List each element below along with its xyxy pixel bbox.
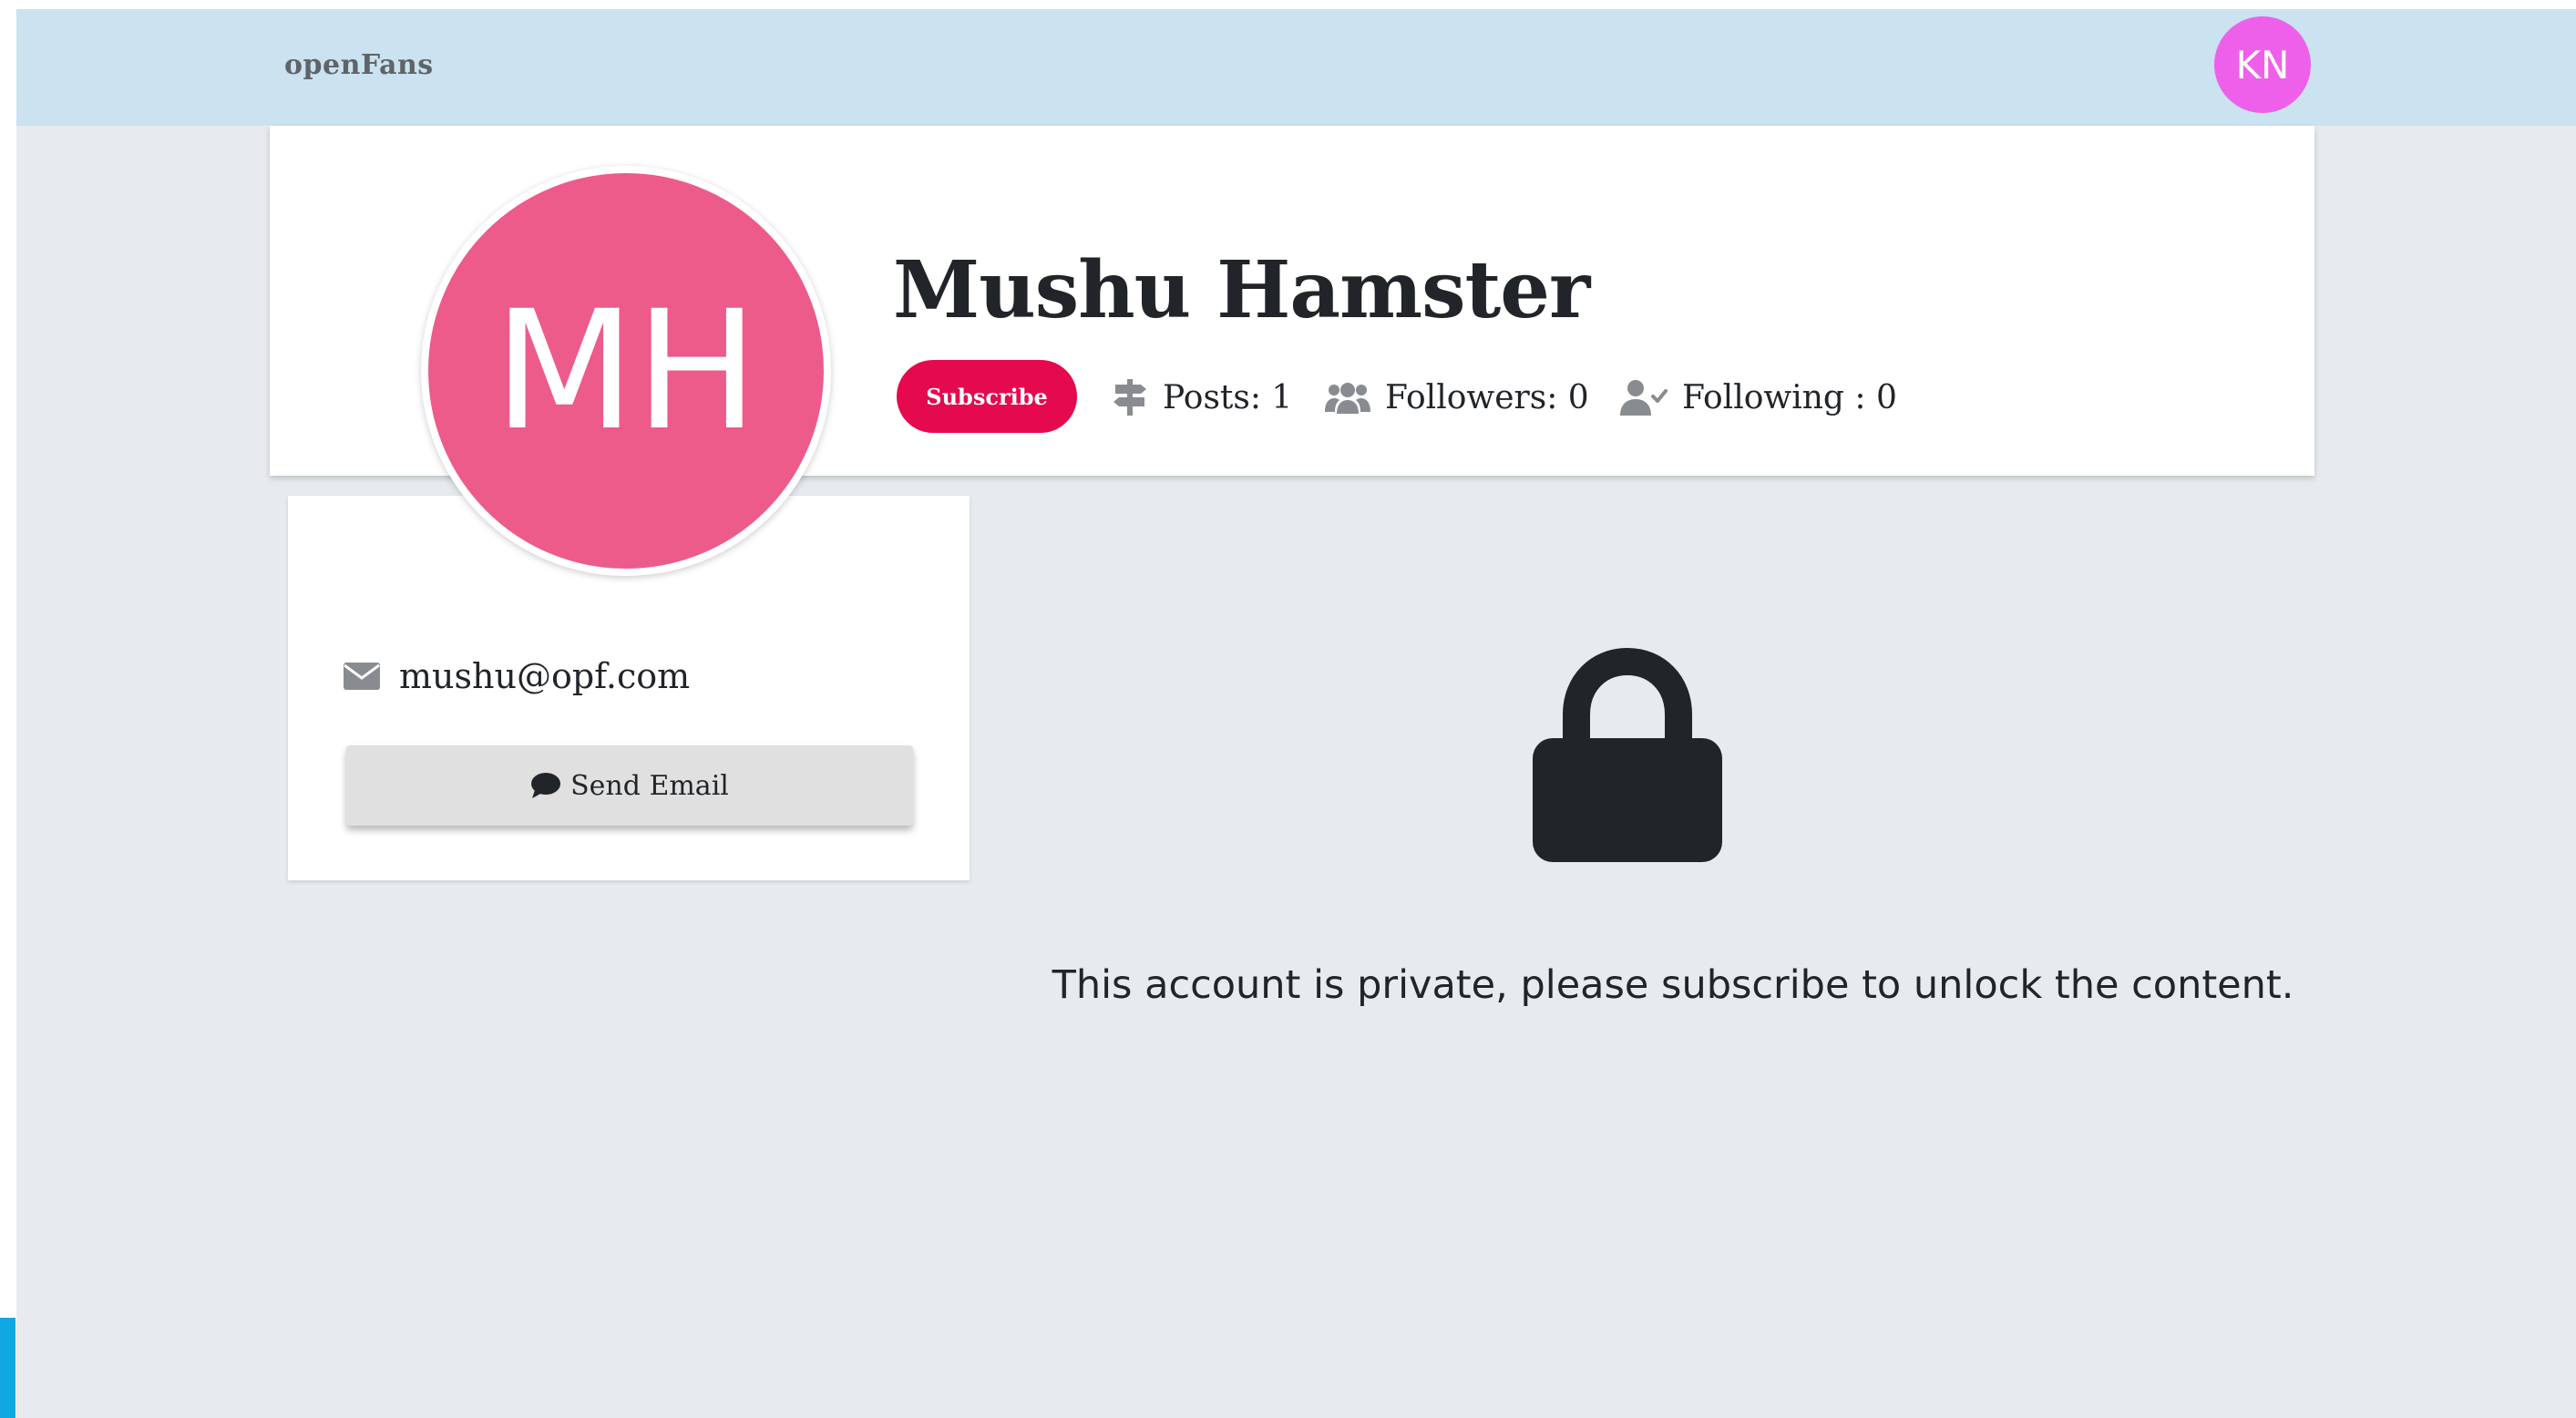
- profile-email: mushu@opf.com: [399, 656, 691, 696]
- users-icon: [1325, 383, 1370, 414]
- following-stat: Following : 0: [1620, 374, 1897, 421]
- lock-icon: [1533, 647, 1722, 862]
- page: openFans KN MH Mushu Hamster Subscribe P…: [16, 9, 2576, 1418]
- posts-count: Posts: 1: [1163, 378, 1293, 416]
- following-count: Following : 0: [1682, 378, 1897, 416]
- scroll-indicator[interactable]: [0, 1318, 15, 1418]
- signpost-icon: [1114, 379, 1146, 416]
- private-account-message: This account is private, please subscrib…: [1052, 962, 2294, 1008]
- brand-logo[interactable]: openFans: [284, 49, 434, 81]
- envelope-icon: [344, 663, 380, 690]
- followers-stat: Followers: 0: [1325, 374, 1589, 421]
- send-email-button[interactable]: Send Email: [346, 745, 913, 826]
- profile-name: Mushu Hamster: [893, 244, 1590, 336]
- send-email-label: Send Email: [570, 769, 729, 802]
- user-check-icon: [1620, 380, 1668, 416]
- viewport: openFans KN MH Mushu Hamster Subscribe P…: [0, 0, 2576, 1418]
- comment-icon: [531, 773, 561, 798]
- followers-count: Followers: 0: [1385, 378, 1589, 416]
- user-avatar[interactable]: KN: [2214, 16, 2311, 113]
- navbar: openFans KN: [16, 9, 2576, 126]
- email-row: mushu@opf.com: [343, 656, 690, 696]
- profile-avatar: MH: [421, 166, 831, 576]
- subscribe-button[interactable]: Subscribe: [897, 360, 1077, 433]
- posts-stat: Posts: 1: [1112, 374, 1292, 421]
